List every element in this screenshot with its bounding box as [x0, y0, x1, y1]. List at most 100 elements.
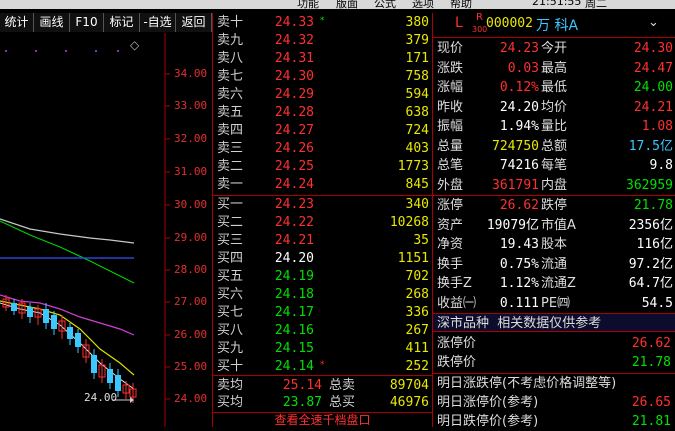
price-level: 29.00: [174, 231, 208, 244]
avg-buy-row: 买均 23.87 总买 46976: [213, 394, 432, 411]
tab-stats[interactable]: 统计: [0, 13, 34, 32]
menu-function[interactable]: 功能: [297, 0, 319, 9]
bid-row[interactable]: 买十 24.14 * 252: [213, 358, 432, 375]
ask-row[interactable]: 卖九 24.32 379: [213, 32, 432, 49]
quote-label: 换手Z: [437, 276, 472, 291]
quote-value: 0.111: [499, 295, 539, 311]
level-label: 卖一: [217, 177, 244, 192]
bid-row[interactable]: 买二 24.22 10268: [213, 214, 432, 231]
menu-layout[interactable]: 版面: [336, 0, 358, 9]
level-price: 24.22: [274, 215, 314, 230]
quote-label: 内盘: [541, 177, 568, 193]
ask-row[interactable]: 卖四 24.27 724: [213, 122, 432, 139]
bid-row[interactable]: 买六 24.18 268: [213, 286, 432, 303]
next-down-label: 明日跌停价(参考): [437, 414, 539, 429]
tab-draw[interactable]: 画线: [34, 13, 70, 32]
level-volume: 411: [405, 341, 429, 356]
quote-label: 昨收: [437, 99, 464, 115]
level-volume: 724: [405, 123, 429, 138]
level-volume: 35: [413, 233, 429, 248]
price-level: 34.00: [174, 67, 208, 80]
tab-back[interactable]: 返回: [176, 13, 212, 32]
level-label: 买三: [217, 233, 244, 248]
level-label: 买一: [217, 197, 244, 212]
ask-row[interactable]: 卖七 24.30 758: [213, 68, 432, 85]
level-price: 24.27: [274, 123, 314, 138]
level-label: 卖五: [217, 105, 244, 120]
avg-sell-price: 25.14: [282, 378, 322, 393]
level-label: 卖八: [217, 51, 244, 66]
price-level: 25.00: [174, 360, 208, 373]
ask-row[interactable]: 卖三 24.26 403: [213, 140, 432, 157]
chart-toolbar: 统计 画线 F10 标记 -自选 返回: [0, 13, 212, 32]
menu-help[interactable]: 帮助: [450, 0, 472, 9]
ask-row[interactable]: 卖二 24.25 1773: [213, 158, 432, 175]
ask-row[interactable]: 卖一 24.24 845: [213, 176, 432, 193]
bid-row[interactable]: 买一 24.23 340: [213, 196, 432, 213]
next-up-label: 明日涨停价(参考): [437, 395, 539, 410]
stock-header: L R 300 000002 万 科A ⌄: [433, 12, 675, 37]
level-price: 24.23: [274, 197, 314, 212]
price-level: 31.00: [174, 165, 208, 178]
level-label: 买二: [217, 215, 244, 230]
bid-row[interactable]: 买四 24.20 1151: [213, 250, 432, 267]
level-volume: 702: [405, 269, 429, 284]
price-level: 28.00: [174, 263, 208, 276]
quote-label: PE㈣: [541, 295, 571, 311]
next-down-value: 21.81: [631, 414, 671, 429]
level-volume: 638: [405, 105, 429, 120]
level-price: 24.19: [274, 269, 314, 284]
ma-green: [0, 220, 135, 284]
tab-f10[interactable]: F10: [70, 13, 104, 32]
level-price: 24.20: [274, 251, 314, 266]
total-sell-label: 总卖: [329, 378, 356, 393]
ask-row[interactable]: 卖十 24.33 * 380: [213, 14, 432, 31]
quote-value: 724750: [492, 138, 539, 154]
quote-value: 1.08: [641, 119, 673, 134]
mark-icon: *: [320, 16, 325, 26]
r-sub: 300: [472, 25, 488, 34]
level-volume: 594: [405, 87, 429, 102]
level-volume: 1773: [397, 159, 429, 174]
quote-label: 外盘: [437, 177, 464, 193]
bid-row[interactable]: 买九 24.15 411: [213, 340, 432, 357]
stock-code: 000002: [486, 16, 533, 31]
bid-row[interactable]: 买七 24.17 336: [213, 304, 432, 321]
tab-watchlist[interactable]: -自选: [140, 13, 176, 32]
tab-mark[interactable]: 标记: [104, 13, 140, 32]
next-day-title: 明日涨跌停(不考虑价格调整等): [437, 376, 617, 391]
ask-row[interactable]: 卖八 24.31 171: [213, 50, 432, 67]
menu-options[interactable]: 选项: [412, 0, 434, 9]
quote-value: 9.8: [649, 158, 673, 173]
menu-formula[interactable]: 公式: [374, 0, 396, 9]
level-price: 24.26: [274, 141, 314, 156]
limit-down-label: 跌停价: [437, 355, 477, 370]
quote-label: 最高: [541, 60, 568, 76]
quote-value: 1.94%: [499, 119, 539, 134]
quote-value: 64.7亿: [628, 276, 673, 291]
quote-label: 市值A: [541, 217, 576, 233]
quote-label: 总额: [541, 138, 568, 154]
level-badge: L: [455, 15, 463, 31]
quote-label: 最低: [541, 80, 568, 95]
level-label: 买五: [217, 269, 244, 284]
bid-row[interactable]: 买三 24.21 35: [213, 232, 432, 249]
full-depth-link[interactable]: 查看全速千档盘口: [213, 412, 432, 428]
quote-label: 涨幅: [437, 80, 464, 95]
quote-value: 24.00: [633, 80, 673, 95]
chevron-down-icon[interactable]: ⌄: [648, 15, 659, 30]
signal-dot: [95, 50, 97, 52]
quote-label: 流通: [541, 256, 568, 272]
quote-label: 振幅: [437, 119, 464, 134]
price-level: 26.00: [174, 328, 208, 341]
ask-row[interactable]: 卖六 24.29 594: [213, 86, 432, 103]
quote-label: 总量: [437, 138, 464, 154]
kline-chart[interactable]: ◇ 34.00 33.00 32.00 31.00 30.00 29.00 28…: [0, 33, 212, 427]
ask-row[interactable]: 卖五 24.28 638: [213, 104, 432, 121]
market-info-tabs[interactable]: 深市品种 相关数据仅供参考: [433, 313, 675, 332]
current-price-label: 24.00: [84, 391, 118, 404]
quote-label: 均价: [541, 99, 568, 115]
quote-value: 19079亿: [486, 217, 539, 233]
bid-row[interactable]: 买八 24.16 267: [213, 322, 432, 339]
bid-row[interactable]: 买五 24.19 702: [213, 268, 432, 285]
